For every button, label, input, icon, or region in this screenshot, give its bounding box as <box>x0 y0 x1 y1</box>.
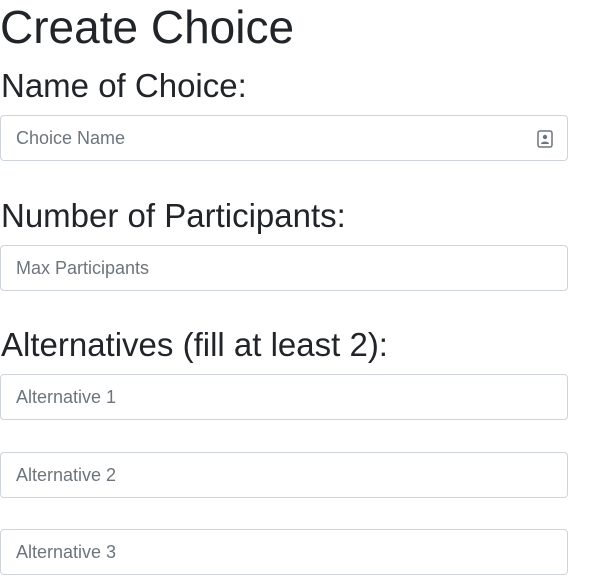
participants-label: Number of Participants: <box>1 197 346 234</box>
page-title: Create Choice <box>0 1 295 53</box>
alternative-field-wrapper <box>0 452 568 498</box>
alternative-1-input[interactable] <box>1 375 567 419</box>
choice-name-input[interactable] <box>1 116 567 160</box>
contact-card-icon[interactable] <box>537 130 553 148</box>
alternative-2-input[interactable] <box>1 453 567 497</box>
alternative-3-input[interactable] <box>1 530 567 574</box>
choice-name-field-wrapper <box>0 115 568 161</box>
alternative-field-wrapper <box>0 529 568 575</box>
alternatives-label: Alternatives (fill at least 2): <box>1 326 388 363</box>
create-choice-page: Create Choice Name of Choice: Number of … <box>0 0 589 583</box>
max-participants-input[interactable] <box>1 246 567 290</box>
choice-name-label: Name of Choice: <box>1 67 247 104</box>
alternative-field-wrapper <box>0 374 568 420</box>
participants-field-wrapper <box>0 245 568 291</box>
